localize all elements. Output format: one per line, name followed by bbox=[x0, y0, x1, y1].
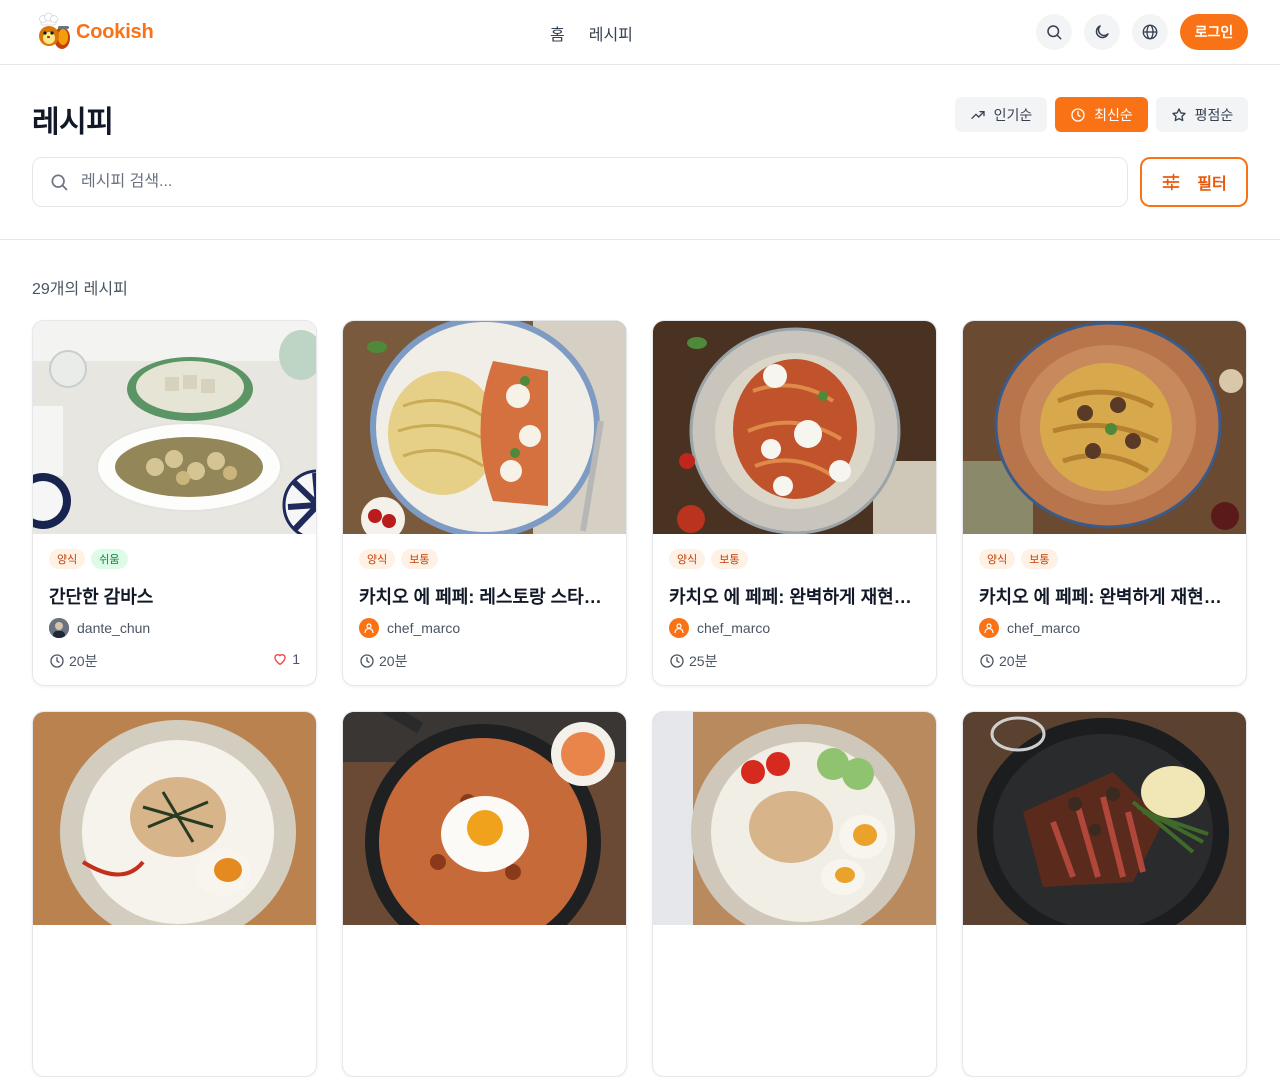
recipe-author[interactable]: dante_chun bbox=[49, 618, 150, 638]
cook-time-value: 25분 bbox=[689, 653, 718, 669]
author-avatar bbox=[49, 618, 69, 638]
recipe-tags: 양식 보통 bbox=[359, 549, 438, 569]
recipe-card[interactable] bbox=[32, 711, 317, 1077]
cook-time-value: 20분 bbox=[69, 653, 98, 669]
page-title: 레시피 bbox=[32, 106, 114, 139]
search-button[interactable] bbox=[1036, 14, 1072, 50]
brand-logo[interactable]: Cookish bbox=[32, 12, 154, 52]
user-icon bbox=[984, 623, 994, 634]
author-name: chef_marco bbox=[697, 620, 771, 636]
recipe-title: 카치오 에 페페: 완벽하게 재현한 ... bbox=[669, 587, 922, 607]
clock-icon bbox=[50, 654, 64, 668]
difficulty-tag: 보통 bbox=[401, 549, 438, 569]
recipe-tags: 양식 쉬움 bbox=[49, 549, 128, 569]
recipe-author[interactable]: chef_marco bbox=[669, 618, 770, 638]
recipe-tags: 양식 보통 bbox=[979, 549, 1058, 569]
cuisine-tag: 양식 bbox=[49, 549, 86, 569]
recipe-card[interactable]: 양식 보통 카치오 에 페페: 완벽하게 재현한 ... chef_marco … bbox=[652, 320, 937, 686]
globe-icon bbox=[1142, 24, 1158, 40]
cook-time: 25분 bbox=[669, 651, 717, 671]
recipe-search-input[interactable] bbox=[81, 173, 1081, 191]
recipe-photo bbox=[33, 712, 316, 925]
trending-up-icon bbox=[971, 110, 985, 119]
recipe-card[interactable]: 양식 쉬움 간단한 감바스 dante_chun 20분 1 bbox=[32, 320, 317, 686]
cook-time: 20분 bbox=[979, 651, 1027, 671]
like-count: 1 bbox=[292, 651, 300, 667]
sort-popular-label: 인기순 bbox=[993, 106, 1033, 123]
sort-rating-label: 평점순 bbox=[1194, 106, 1234, 123]
main-nav: 홈 레시피 bbox=[550, 21, 633, 45]
sort-rating-button[interactable]: 평점순 bbox=[1156, 97, 1248, 132]
recipe-card[interactable] bbox=[342, 711, 627, 1077]
sort-latest-label: 최신순 bbox=[1094, 106, 1133, 123]
results-count: 29개의 레시피 bbox=[32, 281, 128, 298]
recipe-card[interactable] bbox=[962, 711, 1247, 1077]
recipe-photo bbox=[343, 712, 626, 925]
clock-icon bbox=[670, 654, 684, 668]
clock-icon bbox=[360, 654, 374, 668]
recipe-photo bbox=[653, 712, 936, 925]
search-icon bbox=[1047, 25, 1062, 40]
moon-icon bbox=[1095, 25, 1109, 39]
cuisine-tag: 양식 bbox=[359, 549, 396, 569]
clock-icon bbox=[980, 654, 994, 668]
sliders-icon bbox=[1162, 173, 1180, 191]
recipe-author[interactable]: chef_marco bbox=[979, 618, 1080, 638]
filter-label: 필터 bbox=[1197, 176, 1227, 193]
author-avatar bbox=[979, 618, 999, 638]
login-button[interactable]: 로그인 bbox=[1180, 14, 1248, 50]
recipe-title: 카치오 에 페페: 레스토랑 스타일 ... bbox=[359, 587, 612, 607]
cook-time-value: 20분 bbox=[379, 653, 408, 669]
squirrel-chef-logo-icon bbox=[39, 12, 70, 49]
like-button[interactable]: 1 bbox=[272, 651, 300, 667]
recipe-card[interactable] bbox=[652, 711, 937, 1077]
author-name: dante_chun bbox=[77, 620, 151, 636]
top-header: Cookish 홈 레시피 로그인 bbox=[0, 0, 1280, 65]
recipe-title: 카치오 에 페페: 완벽하게 재현한 ... bbox=[979, 587, 1232, 607]
sort-latest-button[interactable]: 최신순 bbox=[1055, 97, 1148, 132]
recipe-photo bbox=[963, 712, 1246, 925]
recipe-author[interactable]: chef_marco bbox=[359, 618, 460, 638]
dark-mode-toggle[interactable] bbox=[1084, 14, 1120, 50]
difficulty-tag: 보통 bbox=[1021, 549, 1058, 569]
recipe-search-box bbox=[32, 157, 1128, 207]
user-icon bbox=[674, 623, 684, 634]
recipe-title: 간단한 감바스 bbox=[49, 587, 154, 607]
cuisine-tag: 양식 bbox=[669, 549, 706, 569]
recipe-card[interactable]: 양식 보통 카치오 에 페페: 완벽하게 재현한 ... chef_marco … bbox=[962, 320, 1247, 686]
star-icon bbox=[1172, 107, 1186, 121]
filter-button[interactable]: 필터 bbox=[1140, 157, 1248, 207]
language-button[interactable] bbox=[1132, 14, 1168, 50]
page-heading-section: 레시피 인기순 최신순 평점순 필터 bbox=[0, 65, 1280, 240]
recipe-card[interactable]: 양식 보통 카치오 에 페페: 레스토랑 스타일 ... chef_marco … bbox=[342, 320, 627, 686]
recipe-photo bbox=[963, 321, 1246, 534]
cook-time: 20분 bbox=[359, 651, 407, 671]
author-name: chef_marco bbox=[387, 620, 461, 636]
recipe-photo bbox=[343, 321, 626, 534]
difficulty-tag: 쉬움 bbox=[91, 549, 128, 569]
cook-time-value: 20분 bbox=[999, 653, 1028, 669]
recipe-tags: 양식 보통 bbox=[669, 549, 748, 569]
cuisine-tag: 양식 bbox=[979, 549, 1016, 569]
author-name: chef_marco bbox=[1007, 620, 1081, 636]
brand-name: Cookish bbox=[76, 20, 154, 43]
author-avatar bbox=[359, 618, 379, 638]
nav-link-recipes[interactable]: 레시피 bbox=[589, 21, 633, 45]
recipe-photo bbox=[653, 321, 936, 534]
recipe-photo bbox=[33, 321, 316, 534]
difficulty-tag: 보통 bbox=[711, 549, 748, 569]
user-icon bbox=[364, 623, 374, 634]
search-icon bbox=[51, 174, 68, 191]
cook-time: 20분 bbox=[49, 651, 97, 671]
heart-icon bbox=[274, 654, 286, 665]
clock-icon bbox=[1071, 107, 1085, 122]
nav-link-home[interactable]: 홈 bbox=[550, 21, 565, 45]
sort-popular-button[interactable]: 인기순 bbox=[955, 97, 1047, 132]
author-avatar bbox=[669, 618, 689, 638]
